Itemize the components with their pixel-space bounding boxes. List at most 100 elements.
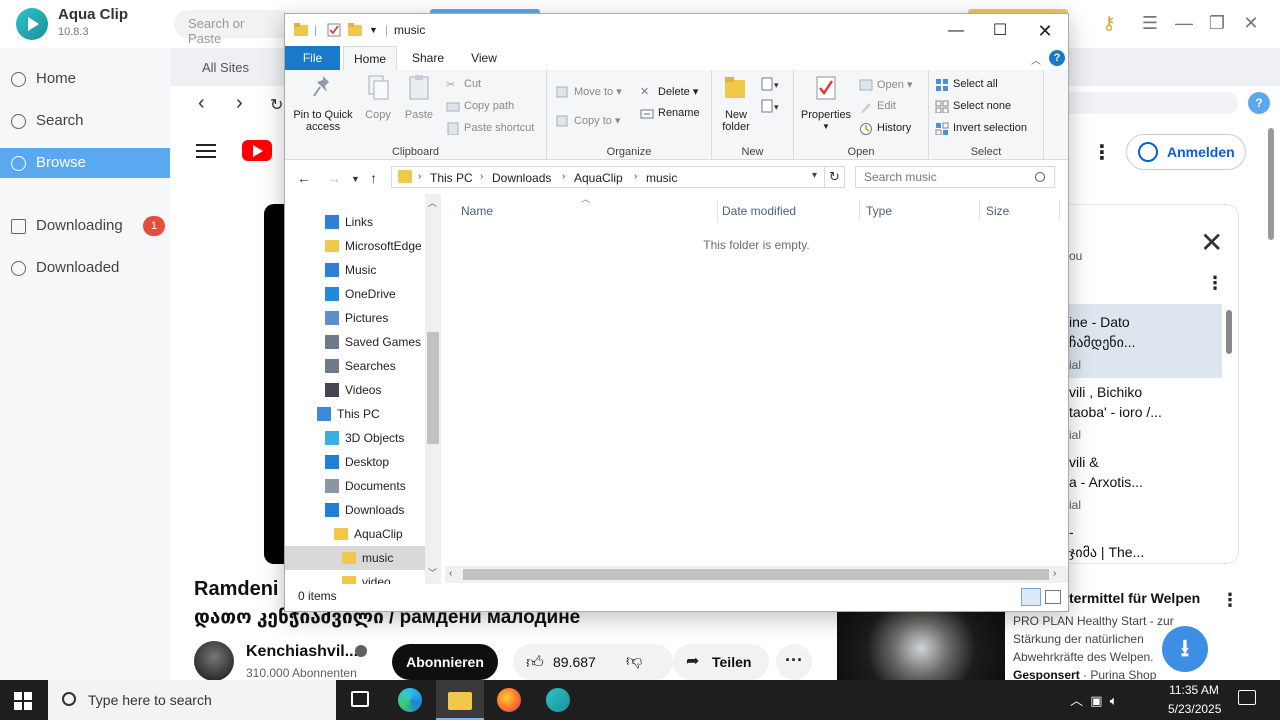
properties-dropdown-icon[interactable]: ▼: [797, 121, 855, 133]
new-folder-qa-icon[interactable]: [348, 23, 362, 37]
new-folder-button[interactable]: New folder: [716, 74, 756, 133]
scroll-right-icon[interactable]: ›: [1053, 568, 1056, 579]
taskbar-firefox[interactable]: [485, 680, 533, 720]
address-bar[interactable]: › This PC › Downloads › AquaClip › music…: [391, 166, 825, 188]
tree-item-links[interactable]: Links: [285, 210, 425, 234]
windows-start-icon[interactable]: [14, 692, 32, 710]
scroll-down-icon[interactable]: ﹀: [428, 566, 437, 579]
more-actions-button[interactable]: ···: [776, 644, 812, 680]
task-view-button[interactable]: [336, 680, 384, 720]
page-scrollbar[interactable]: [1268, 128, 1274, 240]
paste-shortcut-button[interactable]: Paste shortcut: [446, 122, 534, 135]
copy-button[interactable]: Copy: [360, 74, 396, 121]
select-none-button[interactable]: Select none: [935, 100, 1011, 113]
forward-icon[interactable]: →: [327, 170, 341, 186]
scroll-up-icon[interactable]: ︿: [428, 196, 437, 209]
collapse-ribbon-icon[interactable]: ︿: [1031, 52, 1041, 67]
playlist-item-title[interactable]: vili &: [1069, 454, 1099, 470]
large-icons-view-icon[interactable]: [1045, 590, 1061, 604]
channel-avatar[interactable]: [194, 641, 234, 681]
new-item-icon[interactable]: ▾: [761, 76, 783, 92]
tab-file[interactable]: File: [285, 46, 340, 70]
key-icon[interactable]: ⚷: [1098, 12, 1120, 34]
properties-qa-icon[interactable]: [327, 23, 341, 37]
select-all-button[interactable]: Select all: [935, 78, 998, 91]
breadcrumb-downloads[interactable]: Downloads: [492, 171, 551, 185]
notification-icon[interactable]: [1238, 690, 1256, 705]
maximize-icon[interactable]: ☐: [977, 18, 1023, 44]
copy-to-button[interactable]: Copy to ▾: [556, 114, 621, 127]
clock-date[interactable]: 5/23/2025: [1168, 702, 1221, 716]
tree-item-this-pc[interactable]: This PC: [285, 402, 425, 426]
ad-title[interactable]: termittel für Welpen: [1069, 590, 1200, 606]
clock-time[interactable]: 11:35 AM: [1168, 683, 1220, 697]
reload-icon[interactable]: ↻: [270, 95, 283, 115]
tab-home[interactable]: Home: [343, 46, 397, 70]
customize-qa-icon[interactable]: ▼: [369, 25, 378, 35]
back-icon[interactable]: ‹: [198, 92, 205, 115]
recent-locations-icon[interactable]: ▼: [351, 174, 360, 184]
tree-item-downloads[interactable]: Downloads: [285, 498, 425, 522]
system-tray[interactable]: ︿ ▣ 🔈︎: [1070, 690, 1118, 709]
subscribe-button[interactable]: Abonnieren: [392, 644, 498, 680]
playlist-item-title[interactable]: vili , Bichiko: [1069, 384, 1142, 400]
pin-quick-access-button[interactable]: Pin to Quick access: [290, 74, 356, 133]
paste-button[interactable]: Paste: [401, 74, 437, 121]
up-icon[interactable]: ↑: [370, 170, 377, 186]
download-fab-button[interactable]: ⭳: [1162, 626, 1208, 672]
scroll-left-icon[interactable]: ‹: [449, 568, 452, 579]
tab-share[interactable]: Share: [401, 46, 455, 70]
url-bar[interactable]: [1068, 92, 1238, 114]
rename-button[interactable]: Rename: [640, 107, 700, 119]
tree-item-desktop[interactable]: Desktop: [285, 450, 425, 474]
tab-all-sites[interactable]: All Sites: [202, 60, 249, 75]
tree-item-saved-games[interactable]: Saved Games: [285, 330, 425, 354]
breadcrumb-aquaclip[interactable]: AquaClip: [574, 171, 623, 185]
playlist-item-title[interactable]: ჯიმა | The...: [1069, 544, 1144, 561]
sidebar-item-search[interactable]: Search: [0, 106, 170, 136]
restore-icon[interactable]: ❐: [1206, 12, 1228, 34]
help-icon[interactable]: ?: [1049, 50, 1065, 66]
thumbs-down-icon[interactable]: 👎︎: [626, 652, 642, 671]
horizontal-scroll-thumb[interactable]: [463, 569, 1049, 580]
column-date-modified[interactable]: Date modified: [722, 204, 796, 218]
taskbar-aquaclip[interactable]: [534, 680, 582, 720]
tree-item-videos[interactable]: Videos: [285, 378, 425, 402]
delete-button[interactable]: ✕ Delete ▾: [640, 85, 698, 98]
tree-item-microsoftedge[interactable]: MicrosoftEdge: [285, 234, 425, 258]
back-icon[interactable]: ←: [297, 170, 311, 186]
playlist-item-title[interactable]: a - Arxotis...: [1069, 474, 1143, 490]
column-type[interactable]: Type: [866, 204, 892, 218]
playlist-item-title[interactable]: taoba' - ioro /...: [1069, 404, 1162, 420]
properties-button[interactable]: Properties ▼: [797, 74, 855, 133]
tree-item-onedrive[interactable]: OneDrive: [285, 282, 425, 306]
column-divider[interactable]: [979, 200, 980, 222]
network-icon[interactable]: ▣: [1090, 693, 1102, 708]
edit-button[interactable]: Edit: [859, 100, 896, 113]
menu-icon[interactable]: ☰: [1139, 12, 1161, 34]
column-divider[interactable]: [859, 200, 860, 222]
tree-item-pictures[interactable]: Pictures: [285, 306, 425, 330]
open-button[interactable]: Open ▾: [859, 78, 913, 91]
sidebar-item-downloaded[interactable]: Downloaded: [0, 253, 170, 283]
history-button[interactable]: History: [859, 122, 911, 135]
more-options-icon[interactable]: ⋮: [1092, 140, 1112, 165]
column-divider[interactable]: [1059, 200, 1060, 222]
chevron-right-icon[interactable]: ›: [480, 171, 483, 182]
tab-view[interactable]: View: [457, 46, 511, 70]
column-name[interactable]: Name: [461, 204, 493, 218]
speaker-icon[interactable]: 🔈︎: [1110, 693, 1118, 708]
close-icon[interactable]: ✕: [1240, 12, 1262, 34]
playlist-item-title[interactable]: ine - Dato: [1069, 314, 1130, 330]
sidebar-item-home[interactable]: Home: [0, 64, 170, 94]
tree-item-documents[interactable]: Documents: [285, 474, 425, 498]
youtube-logo-icon[interactable]: [242, 140, 272, 161]
tree-item-3d-objects[interactable]: 3D Objects: [285, 426, 425, 450]
details-view-icon[interactable]: [1021, 588, 1041, 606]
chevron-right-icon[interactable]: ›: [562, 171, 565, 182]
chevron-right-icon[interactable]: ›: [418, 171, 421, 182]
playlist-item-title[interactable]: ჩამდენი...: [1069, 334, 1136, 351]
move-to-button[interactable]: Move to ▾: [556, 85, 622, 98]
tree-item-music[interactable]: music: [285, 546, 425, 570]
more-options-icon[interactable]: ⋮: [1206, 273, 1224, 294]
